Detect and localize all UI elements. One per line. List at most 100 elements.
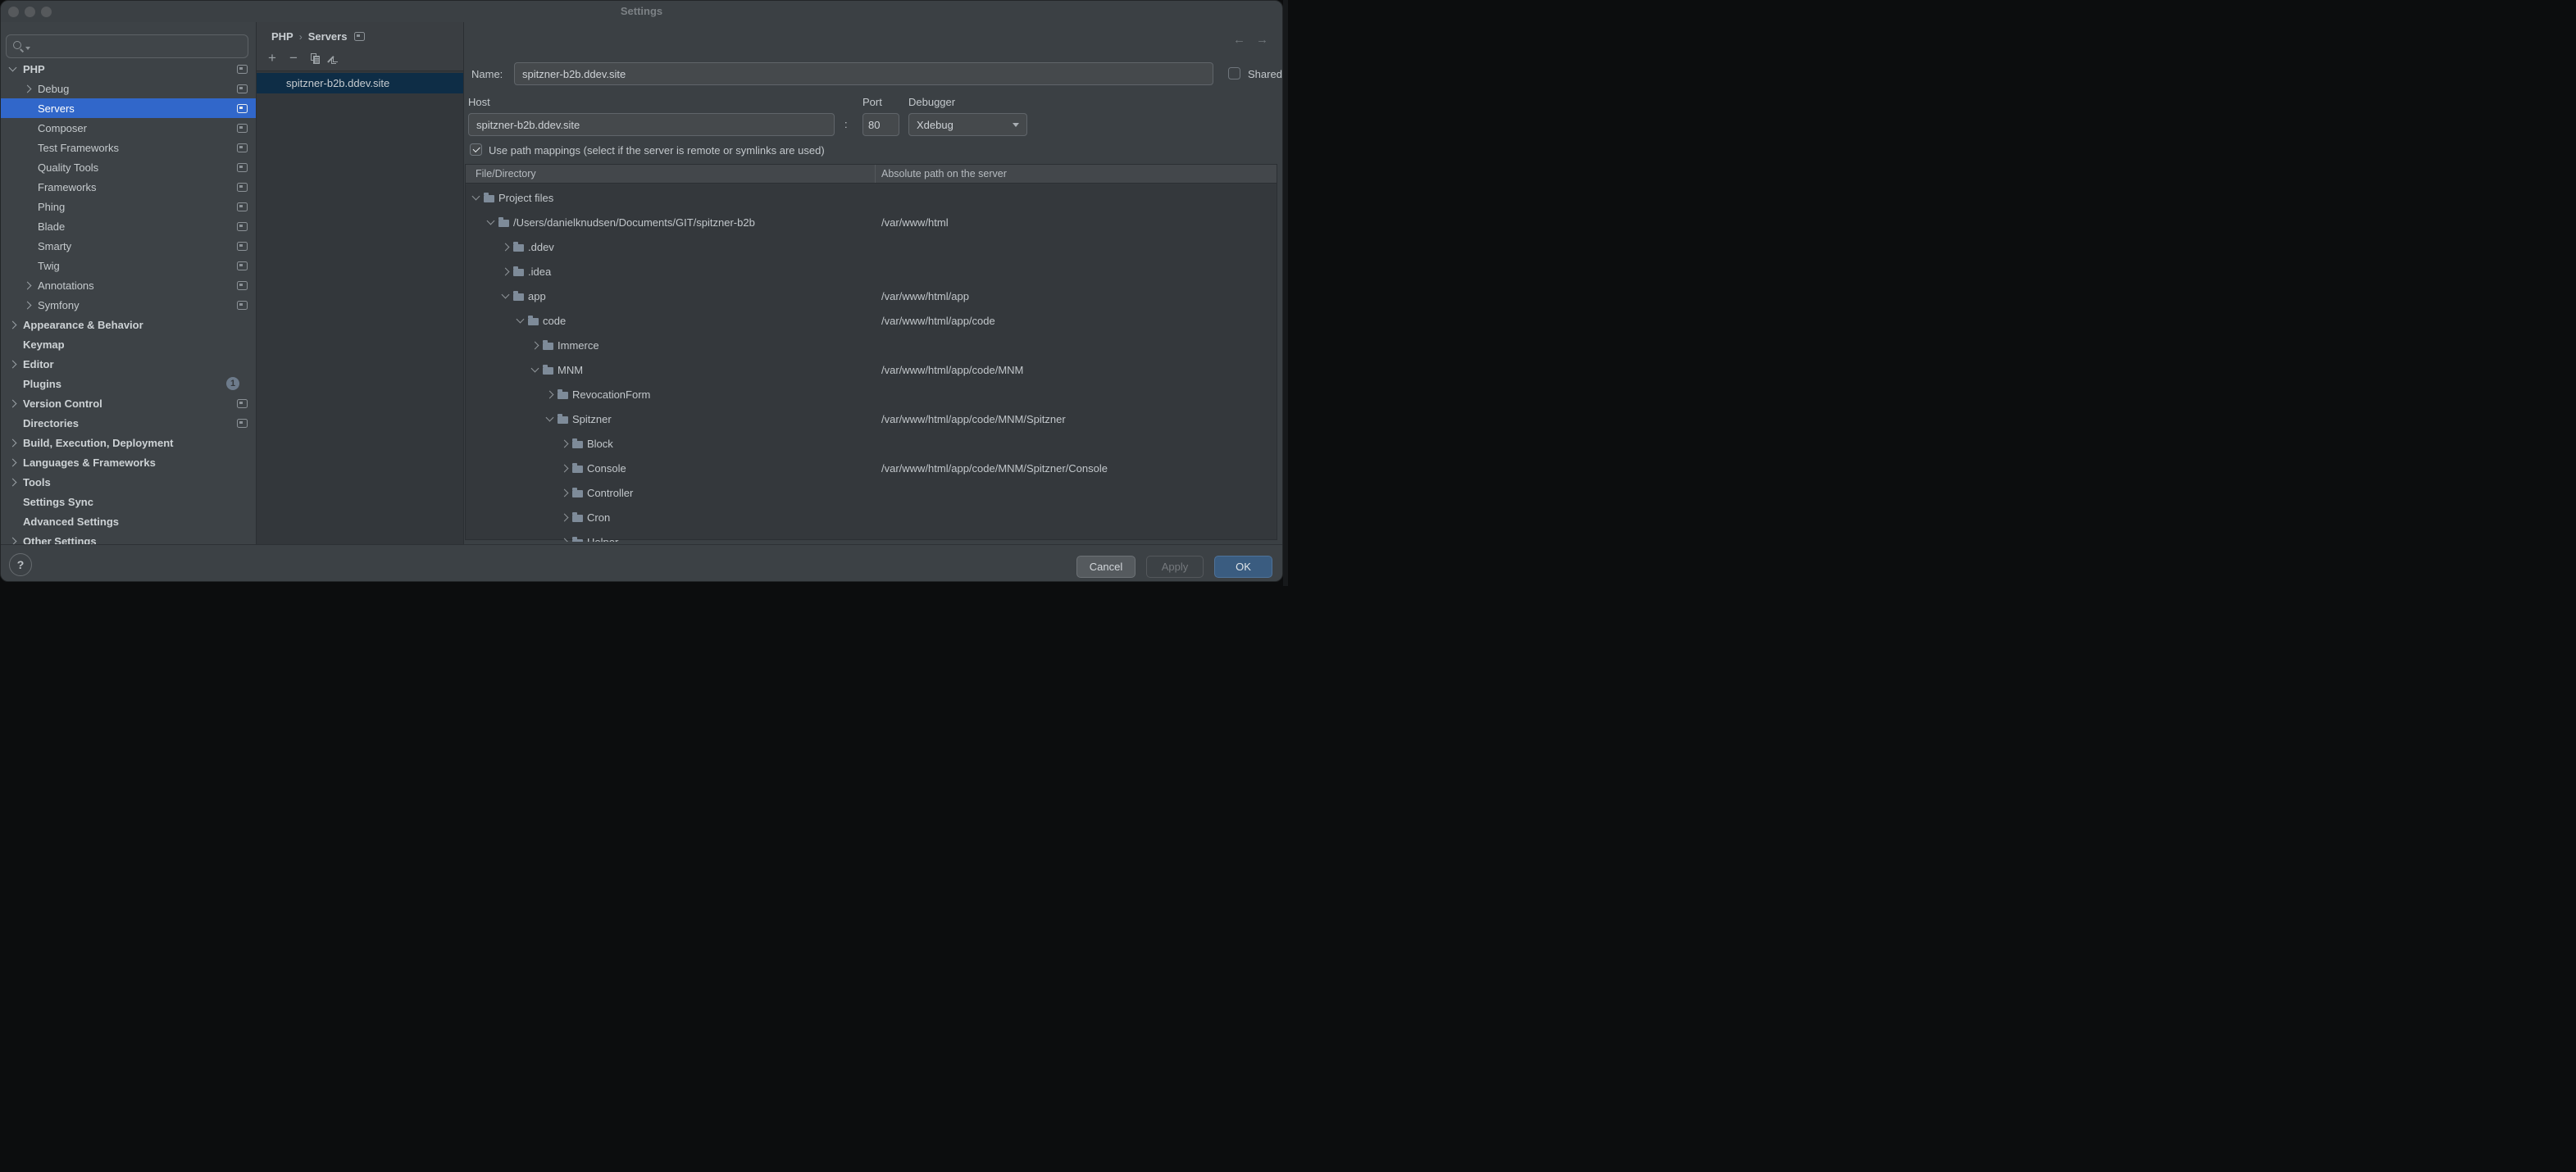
table-row-block[interactable]: Block	[466, 431, 1277, 456]
sidebar-item-appearance-behavior[interactable]: Appearance & Behavior	[1, 315, 257, 334]
chevron-down-icon[interactable]	[487, 217, 495, 225]
table-row-idea[interactable]: .idea	[466, 259, 1277, 284]
chevron-right-icon[interactable]	[561, 439, 569, 447]
table-row-project-files[interactable]: Project files	[466, 185, 1277, 210]
import-mappings-icon[interactable]	[325, 51, 347, 66]
sidebar-item-twig[interactable]: Twig	[1, 256, 257, 275]
chevron-right-icon[interactable]	[9, 478, 17, 486]
debugger-dropdown[interactable]: Xdebug	[908, 113, 1027, 136]
absolute-path-value[interactable]: /var/www/html/app/code/MNM/Spitzner	[881, 413, 1066, 425]
table-row-code[interactable]: code/var/www/html/app/code	[466, 308, 1277, 333]
sidebar-item-directories[interactable]: Directories	[1, 413, 257, 433]
chevron-right-icon[interactable]	[9, 360, 17, 368]
settings-search-box[interactable]	[6, 34, 248, 58]
use-path-mappings-checkbox[interactable]	[470, 143, 482, 156]
table-row-immerce[interactable]: Immerce	[466, 333, 1277, 357]
table-row-app[interactable]: app/var/www/html/app	[466, 284, 1277, 308]
host-input[interactable]	[468, 113, 835, 136]
sidebar-item-smarty[interactable]: Smarty	[1, 236, 257, 256]
chevron-right-icon[interactable]	[9, 320, 17, 329]
sidebar-item-plugins[interactable]: Plugins1	[1, 374, 257, 393]
sidebar-item-advanced-settings[interactable]: Advanced Settings	[1, 511, 257, 531]
chevron-down-icon[interactable]	[502, 291, 510, 299]
table-row-spitzner[interactable]: Spitzner/var/www/html/app/code/MNM/Spitz…	[466, 407, 1277, 431]
chevron-right-icon[interactable]	[9, 458, 17, 466]
sidebar-item-servers[interactable]: Servers	[1, 98, 257, 118]
chevron-right-icon[interactable]	[24, 281, 32, 289]
search-input[interactable]	[35, 39, 242, 53]
add-icon[interactable]: +	[262, 51, 283, 66]
table-row-helper[interactable]: Helper	[466, 529, 1277, 542]
duplicate-icon[interactable]	[304, 51, 325, 66]
table-row-cron[interactable]: Cron	[466, 505, 1277, 529]
chevron-right-icon[interactable]	[24, 301, 32, 309]
absolute-path-value[interactable]: /var/www/html/app	[881, 290, 969, 302]
sidebar-item-annotations[interactable]: Annotations	[1, 275, 257, 295]
breadcrumb-item-servers[interactable]: Servers	[308, 30, 348, 43]
chevron-right-icon[interactable]	[561, 464, 569, 472]
chevron-down-icon[interactable]	[472, 193, 480, 201]
chevron-right-icon[interactable]	[546, 390, 554, 398]
folder-icon	[572, 539, 583, 543]
absolute-path-value[interactable]: /var/www/html/app/code	[881, 315, 995, 327]
sidebar-item-keymap[interactable]: Keymap	[1, 334, 257, 354]
chevron-right-icon[interactable]	[531, 341, 539, 349]
sidebar-item-symfony[interactable]: Symfony	[1, 295, 257, 315]
sidebar-item-settings-sync[interactable]: Settings Sync	[1, 492, 257, 511]
sidebar-item-phing[interactable]: Phing	[1, 197, 257, 216]
sidebar-item-blade[interactable]: Blade	[1, 216, 257, 236]
chevron-right-icon[interactable]	[9, 399, 17, 407]
breadcrumb-item-php[interactable]: PHP	[271, 30, 294, 43]
table-row-console[interactable]: Console/var/www/html/app/code/MNM/Spitzn…	[466, 456, 1277, 480]
remove-icon[interactable]: −	[283, 51, 304, 66]
sidebar-item-php[interactable]: PHP	[1, 59, 257, 79]
chevron-down-icon[interactable]	[517, 316, 525, 324]
chevron-right-icon[interactable]	[9, 438, 17, 447]
name-input[interactable]	[514, 62, 1213, 85]
cancel-button[interactable]: Cancel	[1076, 556, 1136, 578]
chevron-right-icon[interactable]	[561, 488, 569, 497]
table-row-ddev[interactable]: .ddev	[466, 234, 1277, 259]
chevron-down-icon[interactable]	[9, 64, 17, 72]
absolute-path-value[interactable]: /var/www/html	[881, 216, 949, 229]
sidebar-item-test-frameworks[interactable]: Test Frameworks	[1, 138, 257, 157]
chevron-down-icon[interactable]	[531, 365, 539, 373]
sidebar-item-editor[interactable]: Editor	[1, 354, 257, 374]
table-row-mnm[interactable]: MNM/var/www/html/app/code/MNM	[466, 357, 1277, 382]
sidebar-item-version-control[interactable]: Version Control	[1, 393, 257, 413]
absolute-path-value[interactable]: /var/www/html/app/code/MNM	[881, 364, 1023, 376]
sidebar-item-frameworks[interactable]: Frameworks	[1, 177, 257, 197]
chevron-right-icon[interactable]	[9, 537, 17, 544]
chevron-right-icon[interactable]	[561, 538, 569, 542]
table-row-revocationform[interactable]: RevocationForm	[466, 382, 1277, 407]
chevron-down-icon[interactable]	[546, 414, 554, 422]
server-list-item[interactable]: spitzner-b2b.ddev.site	[257, 73, 463, 93]
search-history-caret-icon[interactable]	[25, 47, 30, 50]
sidebar-item-languages-frameworks[interactable]: Languages & Frameworks	[1, 452, 257, 472]
chevron-right-icon[interactable]	[24, 84, 32, 93]
table-row-users-danielknudsen-documents-git-spitzner-b2b[interactable]: /Users/danielknudsen/Documents/GIT/spitz…	[466, 210, 1277, 234]
table-row-controller[interactable]: Controller	[466, 480, 1277, 505]
ok-button[interactable]: OK	[1214, 556, 1272, 578]
back-arrow-icon[interactable]: ←	[1233, 33, 1245, 47]
sidebar-item-build-execution-deployment[interactable]: Build, Execution, Deployment	[1, 433, 257, 452]
forward-arrow-icon[interactable]: →	[1256, 33, 1268, 47]
folder-icon	[513, 293, 524, 301]
shared-checkbox[interactable]	[1228, 67, 1240, 79]
help-button[interactable]: ?	[9, 553, 32, 576]
absolute-path-value[interactable]: /var/www/html/app/code/MNM/Spitzner/Cons…	[881, 462, 1108, 475]
chevron-right-icon[interactable]	[561, 513, 569, 521]
sidebar-item-tools[interactable]: Tools	[1, 472, 257, 492]
sidebar-item-other-settings[interactable]: Other Settings	[1, 531, 257, 544]
sidebar-item-label: Phing	[38, 201, 65, 213]
port-input[interactable]	[862, 113, 899, 136]
sidebar-item-composer[interactable]: Composer	[1, 118, 257, 138]
sidebar-item-quality-tools[interactable]: Quality Tools	[1, 157, 257, 177]
chevron-slot	[546, 417, 558, 420]
chevron-right-icon[interactable]	[502, 243, 510, 251]
column-divider[interactable]	[875, 165, 876, 183]
sidebar-item-debug[interactable]: Debug	[1, 79, 257, 98]
chevron-right-icon[interactable]	[502, 267, 510, 275]
settings-screen-icon	[237, 143, 248, 152]
settings-sidebar: PHPDebugServersComposerTest FrameworksQu…	[1, 22, 257, 544]
